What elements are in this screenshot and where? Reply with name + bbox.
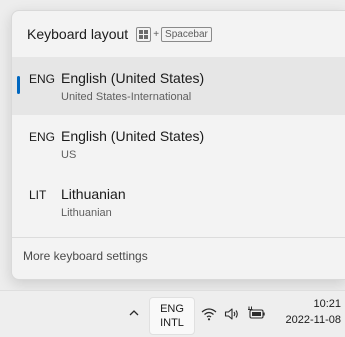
input-language-code: ENG [160, 303, 184, 315]
layout-code: ENG [29, 130, 56, 144]
layout-list: ENG English (United States) United State… [12, 57, 345, 231]
system-clock[interactable]: 10:21 2022-11-08 [286, 296, 341, 328]
layout-name: English (United States) [61, 70, 205, 86]
layout-variant: United States-International [61, 91, 192, 103]
wifi-icon[interactable] [201, 307, 217, 321]
flyout-header: Keyboard layout + Spacebar [27, 26, 212, 42]
clock-date: 2022-11-08 [285, 314, 341, 326]
input-indicator-button[interactable]: ENG INTL [149, 297, 195, 335]
windows-key-icon [136, 26, 152, 42]
layout-item-lit[interactable]: LIT Lithuanian Lithuanian [12, 173, 345, 231]
layout-variant: Lithuanian [61, 207, 112, 219]
layout-name: English (United States) [61, 128, 205, 144]
more-keyboard-settings-link[interactable]: More keyboard settings [23, 249, 148, 263]
layout-name: Lithuanian [61, 186, 126, 202]
flyout-title: Keyboard layout [27, 26, 129, 42]
taskbar: ENG INTL 10:21 2022-11-08 [0, 290, 345, 337]
chevron-up-icon[interactable] [127, 306, 141, 320]
layout-code: LIT [29, 188, 47, 202]
divider [12, 237, 345, 238]
speaker-icon[interactable] [224, 307, 240, 321]
spacebar-key: Spacebar [161, 26, 212, 42]
keyboard-layout-flyout: Keyboard layout + Spacebar ENG English (… [11, 10, 345, 280]
shortcut-plus: + [153, 28, 160, 40]
layout-variant: US [61, 149, 77, 161]
layout-item-eng-intl[interactable]: ENG English (United States) United State… [12, 57, 345, 115]
selection-indicator [17, 76, 20, 94]
layout-code: ENG [29, 72, 56, 86]
layout-item-eng-us[interactable]: ENG English (United States) US [12, 115, 345, 173]
battery-plug-icon[interactable] [247, 305, 266, 321]
shortcut-hint: + Spacebar [136, 26, 212, 42]
input-layout-code: INTL [160, 317, 184, 329]
clock-time: 10:21 [313, 298, 341, 310]
